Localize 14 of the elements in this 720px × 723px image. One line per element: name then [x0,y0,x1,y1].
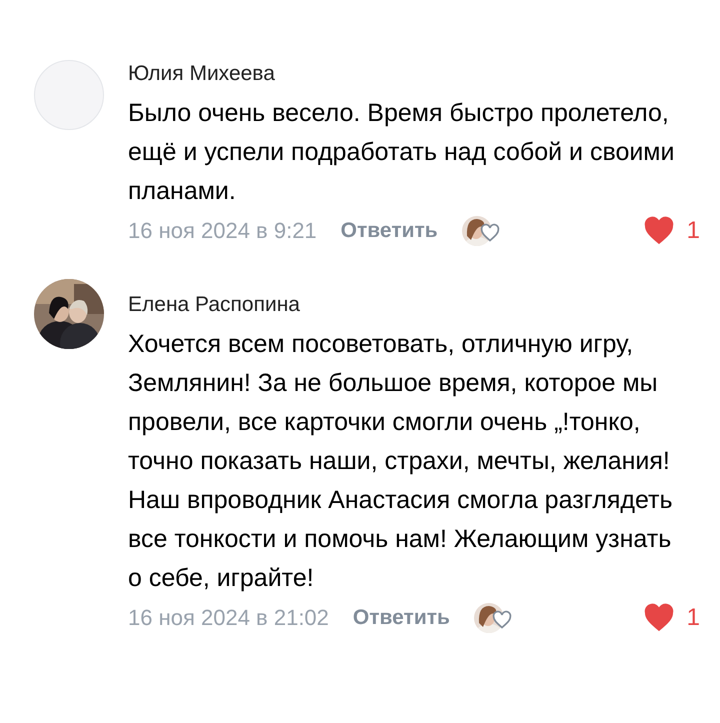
reply-link[interactable]: Ответить [340,219,438,243]
comment-text: Хочется всем посоветовать, отличную игру, Землянин! За не большое время, которое мы провели, все карточки смогли очень „!тонко, точно показать наши, страхи, мечты, желания! Наш впроводник Анастасия смогла разглядеть все тонкости и помочь нам! Желающим узнать о себе, играйте! [128,329,674,594]
heart-icon [642,603,675,633]
author-name[interactable]: Елена Распопина [128,289,700,321]
comment-date: 16 ноя 2024 в 9:21 [128,218,317,244]
author-name[interactable]: Юлия Михеева [128,58,700,90]
like-button[interactable]: 1 [642,216,700,246]
comment-text: Было очень весело. Время быстро пролетело, ещё и успели подработать над собой и своими планами. [128,98,676,207]
heart-icon [642,216,675,246]
comment-date: 16 ноя 2024 в 21:02 [128,605,329,631]
like-button[interactable]: 1 [642,603,700,633]
heart-icon [492,610,512,630]
reply-link[interactable]: Ответить [352,606,450,630]
heart-icon [480,223,500,243]
